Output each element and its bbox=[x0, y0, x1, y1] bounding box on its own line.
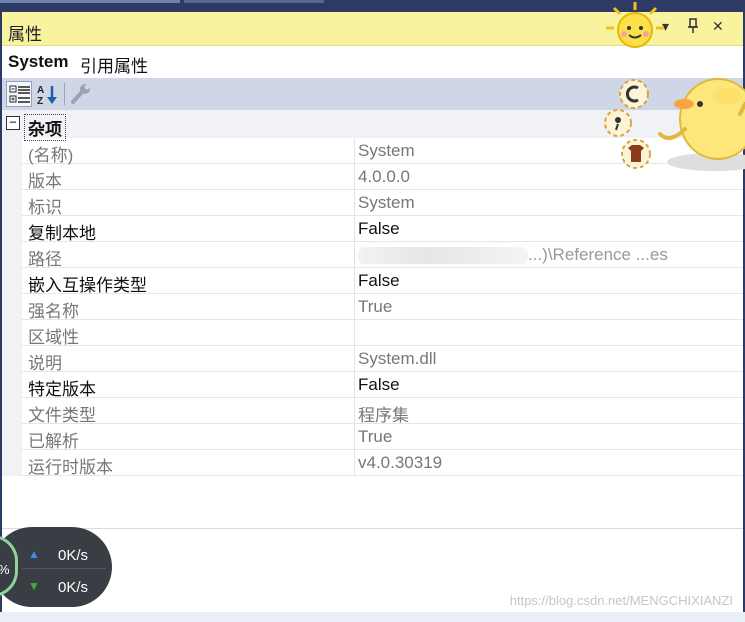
property-value[interactable]: False bbox=[358, 375, 740, 395]
row-gutter bbox=[2, 346, 22, 372]
property-value: True bbox=[358, 427, 393, 446]
property-name: 复制本地 bbox=[28, 224, 96, 243]
property-row-resolved[interactable]: 已解析 True bbox=[2, 424, 743, 451]
close-icon[interactable]: ✕ bbox=[712, 18, 724, 35]
category-label: 杂项 bbox=[24, 114, 66, 141]
redacted-blur bbox=[358, 247, 528, 265]
property-row-runtime-version[interactable]: 运行时版本 v4.0.30319 bbox=[2, 450, 743, 477]
column-divider[interactable] bbox=[354, 450, 355, 476]
path-text: ...)\Reference ...es bbox=[528, 245, 668, 264]
property-name: 区域性 bbox=[28, 328, 79, 347]
column-divider[interactable] bbox=[354, 424, 355, 450]
property-row-copy-local[interactable]: 复制本地 False bbox=[2, 216, 743, 243]
pin-icon[interactable] bbox=[686, 18, 700, 37]
download-arrow-icon: ▼ bbox=[28, 579, 40, 593]
row-gutter bbox=[2, 424, 22, 450]
row-gutter bbox=[2, 372, 22, 398]
property-row-identity[interactable]: 标识 System bbox=[2, 190, 743, 217]
property-name: 已解析 bbox=[28, 432, 79, 451]
column-divider[interactable] bbox=[354, 138, 355, 164]
property-name: 文件类型 bbox=[28, 406, 96, 425]
column-divider[interactable] bbox=[354, 346, 355, 372]
upload-speed: 0K/s bbox=[58, 547, 89, 564]
network-monitor-widget[interactable]: % ▲ 0K/s ▼ 0K/s bbox=[0, 527, 112, 607]
row-gutter bbox=[2, 268, 22, 294]
usage-percent: % bbox=[0, 562, 10, 577]
property-value-path: ...)\Reference ...es bbox=[358, 245, 740, 265]
duck-sticker-icon bbox=[604, 78, 745, 171]
column-divider[interactable] bbox=[354, 164, 355, 190]
document-tab-2[interactable] bbox=[184, 0, 324, 3]
property-name: 标识 bbox=[28, 198, 62, 217]
column-divider[interactable] bbox=[354, 216, 355, 242]
window-title: 属性 bbox=[8, 25, 42, 44]
row-gutter bbox=[2, 398, 22, 424]
column-divider[interactable] bbox=[354, 242, 355, 268]
column-divider[interactable] bbox=[354, 190, 355, 216]
categorized-icon bbox=[9, 85, 30, 103]
row-gutter bbox=[2, 450, 22, 476]
row-gutter bbox=[2, 242, 22, 268]
row-gutter bbox=[2, 216, 22, 242]
column-divider[interactable] bbox=[354, 372, 355, 398]
property-name: 特定版本 bbox=[28, 380, 96, 399]
object-type: 引用属性 bbox=[80, 57, 148, 76]
column-divider[interactable] bbox=[354, 320, 355, 346]
property-name: 强名称 bbox=[28, 302, 79, 321]
property-value[interactable]: False bbox=[358, 219, 740, 239]
description-pane: 杂项 https://blog.csdn.net/MENGCHIXIANZI bbox=[2, 528, 743, 612]
document-tab[interactable] bbox=[0, 0, 180, 3]
property-row-strong-name[interactable]: 强名称 True bbox=[2, 294, 743, 321]
svg-text:Z: Z bbox=[37, 96, 43, 105]
row-gutter bbox=[2, 320, 22, 346]
row-gutter bbox=[2, 164, 22, 190]
property-row-path[interactable]: 路径 ...)\Reference ...es bbox=[2, 242, 743, 269]
property-pages-button[interactable] bbox=[68, 81, 94, 107]
toolbar-separator bbox=[64, 83, 65, 105]
property-value: True bbox=[358, 297, 393, 316]
property-value: v4.0.30319 bbox=[358, 453, 443, 472]
property-row-culture[interactable]: 区域性 bbox=[2, 320, 743, 347]
column-divider[interactable] bbox=[354, 398, 355, 424]
property-value: System.dll bbox=[358, 349, 437, 368]
column-divider[interactable] bbox=[354, 294, 355, 320]
property-value[interactable]: False bbox=[358, 271, 740, 291]
upload-arrow-icon: ▲ bbox=[28, 547, 40, 561]
property-name: 嵌入互操作类型 bbox=[28, 276, 147, 295]
svg-text:A: A bbox=[37, 85, 44, 96]
monitor-separator bbox=[22, 568, 106, 569]
collapse-toggle[interactable]: − bbox=[6, 116, 20, 130]
property-name: 运行时版本 bbox=[28, 458, 113, 477]
row-gutter bbox=[2, 294, 22, 320]
categorized-button[interactable] bbox=[6, 81, 32, 107]
property-value: 程序集 bbox=[358, 406, 409, 425]
alphabetical-button[interactable]: A Z bbox=[34, 81, 60, 107]
property-name: 路径 bbox=[28, 250, 62, 269]
property-value: System bbox=[358, 193, 415, 212]
property-name: 说明 bbox=[28, 354, 62, 373]
row-gutter bbox=[2, 190, 22, 216]
sun-sticker-icon bbox=[606, 2, 664, 48]
property-row-file-type[interactable]: 文件类型 程序集 bbox=[2, 398, 743, 425]
watermark: https://blog.csdn.net/MENGCHIXIANZI bbox=[509, 593, 733, 608]
wrench-icon bbox=[71, 84, 90, 104]
row-gutter bbox=[2, 138, 22, 164]
property-row-specific-version[interactable]: 特定版本 False bbox=[2, 372, 743, 399]
property-row-embed-interop[interactable]: 嵌入互操作类型 False bbox=[2, 268, 743, 295]
column-divider[interactable] bbox=[354, 268, 355, 294]
property-row-description[interactable]: 说明 System.dll bbox=[2, 346, 743, 373]
property-name: 版本 bbox=[28, 172, 62, 191]
object-name: System bbox=[8, 52, 69, 71]
sort-alphabetical-icon: A Z bbox=[37, 85, 57, 105]
download-speed: 0K/s bbox=[58, 579, 89, 596]
property-name: (名称) bbox=[28, 146, 74, 165]
